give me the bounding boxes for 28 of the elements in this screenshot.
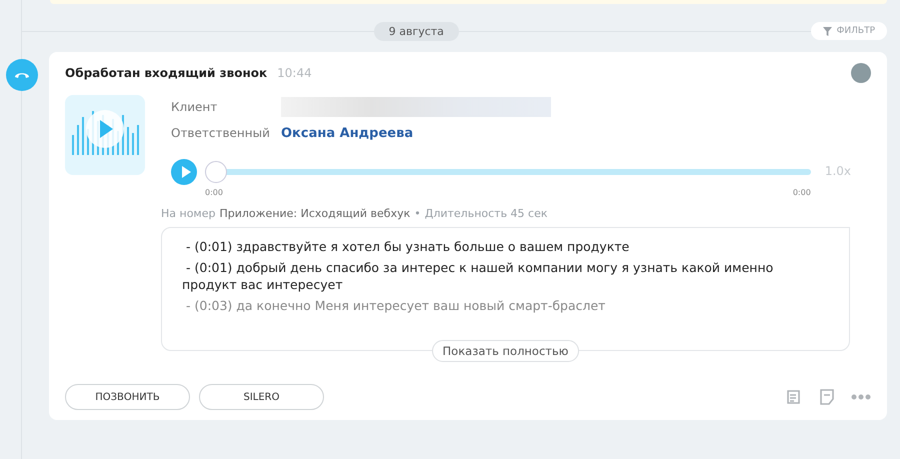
avatar-icon[interactable] [851,63,871,83]
play-icon [180,166,190,178]
transcript-line: - (0:03) да конечно Меня интересует ваш новый смарт-браслет [185,297,606,314]
meta-source: Приложение: Исходящий вебхук [219,207,410,220]
action-button[interactable]: ПОЗВОНИТЬ [65,384,190,410]
play-button[interactable] [171,159,197,185]
meta-prefix: На номер [161,207,216,220]
filter-icon [822,26,832,36]
action-button[interactable]: SILERO [199,384,324,410]
note-icon[interactable] [818,388,836,406]
field-label: Ответственный [171,126,271,140]
document-icon[interactable] [785,388,803,406]
progress-slider[interactable] [205,161,811,183]
start-time: 0:00 [205,188,223,197]
field-label: Клиент [171,100,218,114]
responsible-link[interactable]: Оксана Андреева [281,126,414,140]
transcript-line: - (0:01) добрый день спасибо за интерес к нашей компании могу я узнать какой именно продукт вас интересует [182,259,774,293]
event-title: Обработан входящий звонок [65,66,268,80]
more-icon[interactable] [851,394,871,400]
meta-duration: Длительность 45 сек [424,207,548,220]
transcript-line: - (0:01) здравствуйте я хотел бы узнать больше о вашем продукте [185,238,630,255]
end-time: 0:00 [792,188,811,197]
show-more-button[interactable]: Показать полностью [432,340,580,362]
progress-handle[interactable] [205,161,227,183]
meta-separator: • [414,207,421,220]
phone-icon [6,59,38,91]
date-divider: 9 августа [374,22,459,40]
event-time: 10:44 [277,66,313,80]
